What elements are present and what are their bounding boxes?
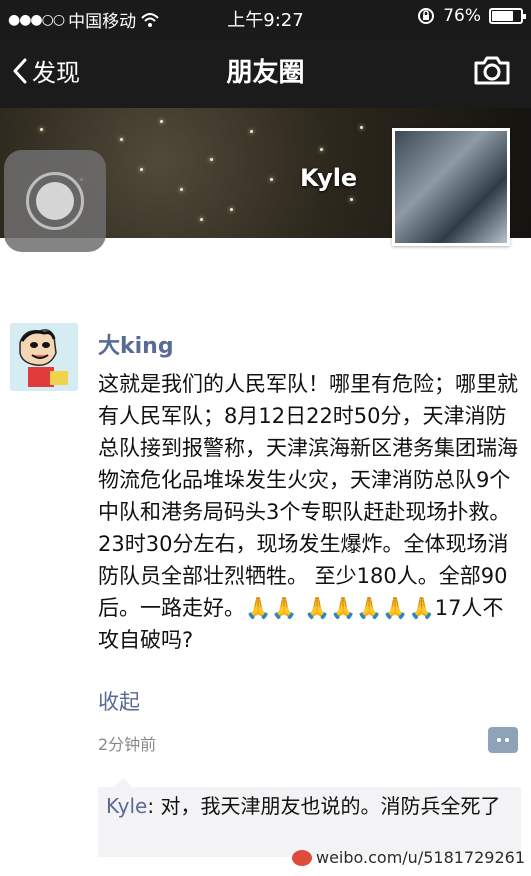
rotation-lock-icon bbox=[418, 8, 435, 24]
camera-icon[interactable] bbox=[473, 54, 511, 86]
collapse-link[interactable]: 收起 bbox=[98, 686, 140, 716]
post-text: 这就是我们的人民军队！哪里有危险；哪里就有人民军队；8月12日22时50分，天津… bbox=[98, 372, 518, 652]
assistive-touch-button[interactable] bbox=[4, 150, 106, 252]
post-author-name[interactable]: 大king bbox=[98, 328, 174, 360]
status-bar: ●●●○○ 中国移动 上午9:27 76% bbox=[0, 0, 531, 34]
battery-info: 76% bbox=[417, 6, 526, 26]
comment-more-button[interactable] bbox=[488, 727, 518, 753]
battery-percent: 76% bbox=[443, 6, 481, 26]
comment-author[interactable]: Kyle bbox=[106, 794, 147, 818]
comment-item[interactable]: Kyle: 对，我天津朋友也说的。消防兵全死了 bbox=[106, 791, 514, 821]
battery-level bbox=[492, 11, 514, 21]
comment-section: Kyle: 对，我天津朋友也说的。消防兵全死了 bbox=[98, 778, 521, 857]
comment-separator: : bbox=[147, 794, 161, 818]
watermark-text: weibo.com/u/5181729261 bbox=[315, 848, 525, 867]
post-timestamp: 2分钟前 bbox=[98, 735, 157, 754]
battery-icon bbox=[489, 8, 526, 24]
weibo-logo-icon bbox=[291, 849, 312, 866]
comment-body: 对，我天津朋友也说的。消防兵全死了 bbox=[160, 794, 501, 818]
post-author-avatar[interactable] bbox=[10, 323, 78, 391]
weibo-watermark: weibo.com/u/5181729261 bbox=[291, 848, 525, 867]
navigation-bar: 发现 朋友圈 bbox=[0, 34, 531, 108]
cover-username: Kyle bbox=[300, 164, 358, 192]
profile-avatar[interactable] bbox=[392, 128, 510, 246]
page-title: 朋友圈 bbox=[226, 58, 305, 88]
